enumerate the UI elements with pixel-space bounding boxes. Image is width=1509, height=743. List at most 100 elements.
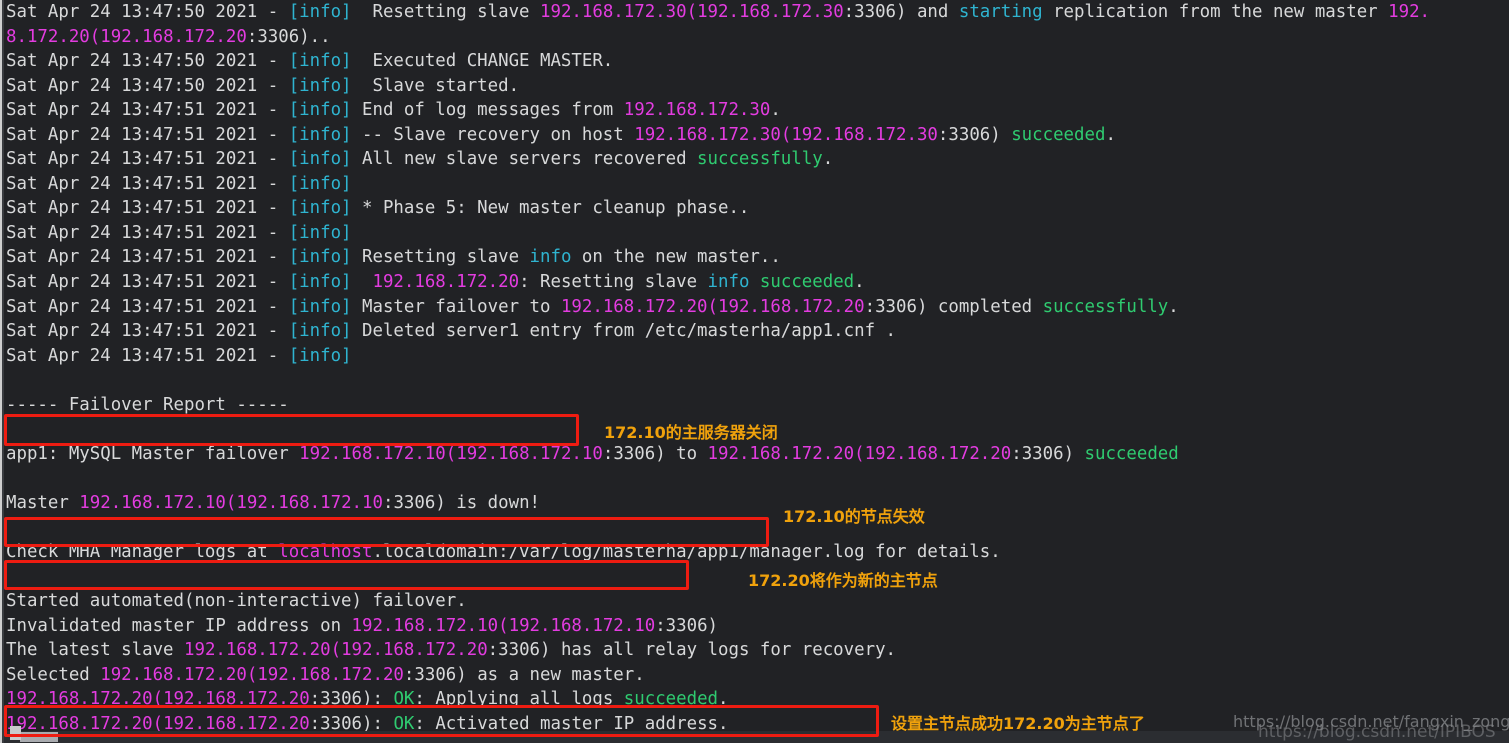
annotation-note: 设置主节点成功172.20为主节点了 bbox=[891, 714, 1145, 733]
terminal-line: Sat Apr 24 13:47:51 2021 - [info] 192.16… bbox=[6, 270, 1509, 295]
terminal-text: 192.168.172.30 bbox=[540, 2, 687, 22]
terminal-text: All new slave servers recovered bbox=[351, 149, 698, 170]
terminal-text: Deleted server1 entry from /etc/masterha… bbox=[351, 321, 896, 342]
terminal-text: Slave started. bbox=[351, 75, 520, 96]
terminal-text: 192.168.172.20 bbox=[100, 26, 247, 47]
terminal-text: Sat Apr 24 13:47:50 2021 - bbox=[6, 2, 289, 22]
terminal-line: Sat Apr 24 13:47:51 2021 - [info] Delete… bbox=[6, 319, 1509, 344]
terminal-line: ----- Failover Report ----- bbox=[6, 393, 1509, 418]
terminal-text: 192.168.172.30 bbox=[697, 2, 844, 22]
terminal-text: 192.168.172.20 bbox=[257, 664, 404, 685]
terminal-text: 192.168.172.10 bbox=[299, 443, 446, 464]
terminal-text: [info] bbox=[288, 51, 352, 72]
terminal-text: . bbox=[1105, 124, 1116, 145]
terminal-text: :3306) is down! bbox=[382, 492, 541, 513]
terminal-text: Sat Apr 24 13:47:51 2021 - bbox=[6, 222, 289, 243]
terminal-text: ( bbox=[330, 640, 342, 661]
terminal-text: Sat Apr 24 13:47:51 2021 - bbox=[6, 100, 289, 121]
terminal-text: Sat Apr 24 13:47:51 2021 - bbox=[6, 173, 289, 194]
terminal-text: Executed CHANGE MASTER. bbox=[351, 51, 614, 72]
terminal-text: End of log messages from bbox=[351, 100, 624, 121]
terminal-text: Master bbox=[6, 492, 80, 513]
terminal-line: Selected 192.168.172.20(192.168.172.20:3… bbox=[6, 663, 1509, 688]
terminal-text: 192.168.172.20 bbox=[560, 296, 708, 317]
terminal-line: Started automated(non-interactive) failo… bbox=[6, 589, 1509, 614]
terminal-text: [info] bbox=[288, 75, 352, 96]
terminal-line: Sat Apr 24 13:47:51 2021 - [info] End of… bbox=[6, 98, 1509, 123]
terminal-text: successfully bbox=[697, 149, 823, 170]
terminal-text: successfully bbox=[1042, 296, 1169, 317]
annotation-note: 172.10的节点失效 bbox=[783, 507, 925, 526]
terminal-line: Check MHA Manager logs at localhost.loca… bbox=[6, 540, 1509, 565]
terminal-text: succeeded bbox=[1011, 124, 1106, 145]
terminal-text: :3306) bbox=[1011, 443, 1085, 464]
terminal-text: ( bbox=[854, 443, 865, 464]
terminal-text: . bbox=[770, 100, 781, 121]
terminal-line: 192.168.172.20(192.168.172.20:3306): OK:… bbox=[6, 687, 1509, 712]
terminal-output[interactable]: Sat Apr 24 13:47:50 2021 - [info] Resett… bbox=[6, 0, 1509, 743]
terminal-text: Selected bbox=[6, 664, 101, 685]
terminal-text: The latest slave bbox=[6, 640, 184, 661]
terminal-text: . bbox=[718, 689, 729, 710]
terminal-text: 192.168.172.20 bbox=[100, 664, 247, 685]
terminal-text: :3306) completed bbox=[864, 296, 1043, 317]
terminal-text: 192.168.172.20 bbox=[707, 443, 855, 464]
terminal-text: :3306) bbox=[937, 124, 1012, 145]
terminal-text: :3306) to bbox=[602, 443, 708, 464]
terminal-text: 192.168.172.30 bbox=[791, 124, 938, 145]
terminal-text: succeeded bbox=[623, 689, 719, 710]
annotation-note: 172.20将作为新的主节点 bbox=[748, 571, 938, 590]
terminal-text: [info] bbox=[288, 296, 352, 317]
terminal-text: ( bbox=[89, 26, 101, 47]
terminal-window: Sat Apr 24 13:47:50 2021 - [info] Resett… bbox=[0, 0, 1509, 743]
terminal-line: Sat Apr 24 13:47:51 2021 - [info] -- Sla… bbox=[6, 123, 1509, 148]
terminal-text: 8.172.20 bbox=[6, 26, 90, 47]
terminal-text: 192.168.172.20 bbox=[718, 296, 865, 317]
terminal-line: app1: MySQL Master failover 192.168.172.… bbox=[6, 442, 1509, 467]
terminal-text: Sat Apr 24 13:47:50 2021 - bbox=[6, 75, 289, 96]
window-left-frame bbox=[0, 0, 4, 743]
terminal-text: : Resetting slave bbox=[519, 272, 708, 293]
terminal-line: The latest slave 192.168.172.20(192.168.… bbox=[6, 638, 1509, 663]
terminal-cursor bbox=[10, 726, 21, 740]
terminal-text: 192.168.172.30 bbox=[634, 124, 781, 145]
terminal-text: [info] bbox=[288, 222, 352, 243]
terminal-text: OK bbox=[393, 689, 415, 710]
terminal-line: Sat Apr 24 13:47:50 2021 - [info] Resett… bbox=[6, 0, 1509, 25]
terminal-text: 192.168.172.20 bbox=[372, 272, 520, 293]
terminal-line: Invalidated master IP address on 192.168… bbox=[6, 614, 1509, 639]
terminal-text: :3306) has all relay logs for recovery. bbox=[487, 640, 897, 661]
terminal-text: [info] bbox=[288, 198, 352, 219]
terminal-text: [info] bbox=[288, 149, 352, 170]
terminal-text: :3306) and bbox=[843, 2, 959, 22]
terminal-text: 192.168.172.20 bbox=[864, 443, 1012, 464]
terminal-text: starting bbox=[958, 2, 1043, 22]
terminal-text: [info] bbox=[288, 173, 352, 194]
terminal-text: :3306) as a new master. bbox=[403, 664, 645, 685]
terminal-text: succeeded bbox=[1084, 443, 1179, 464]
terminal-text: . bbox=[1168, 296, 1179, 317]
terminal-text: [info] bbox=[288, 345, 352, 366]
terminal-text: Sat Apr 24 13:47:51 2021 - bbox=[6, 198, 289, 219]
terminal-text: ( bbox=[707, 296, 719, 317]
terminal-line: Sat Apr 24 13:47:51 2021 - [info] bbox=[6, 221, 1509, 246]
terminal-text: [info] bbox=[288, 272, 352, 293]
terminal-text: Master failover to bbox=[351, 296, 561, 317]
terminal-text: Resetting slave bbox=[351, 247, 530, 268]
terminal-line: Sat Apr 24 13:47:51 2021 - [info] Resett… bbox=[6, 245, 1509, 270]
terminal-line: Sat Apr 24 13:47:50 2021 - [info] Slave … bbox=[6, 74, 1509, 99]
annotation-note: 172.10的主服务器关闭 bbox=[604, 423, 778, 442]
terminal-text: . bbox=[854, 272, 865, 293]
terminal-text: Resetting slave bbox=[351, 2, 540, 22]
terminal-text: 192.168.172.30 bbox=[623, 100, 771, 121]
scrollbar-thumb[interactable] bbox=[20, 732, 58, 742]
terminal-text: Sat Apr 24 13:47:51 2021 - bbox=[6, 321, 289, 342]
terminal-text: [info] bbox=[288, 247, 352, 268]
terminal-text: :3306) bbox=[655, 615, 719, 636]
terminal-line: Sat Apr 24 13:47:51 2021 - [info] bbox=[6, 172, 1509, 197]
terminal-text: Check MHA Manager logs at bbox=[6, 542, 279, 563]
